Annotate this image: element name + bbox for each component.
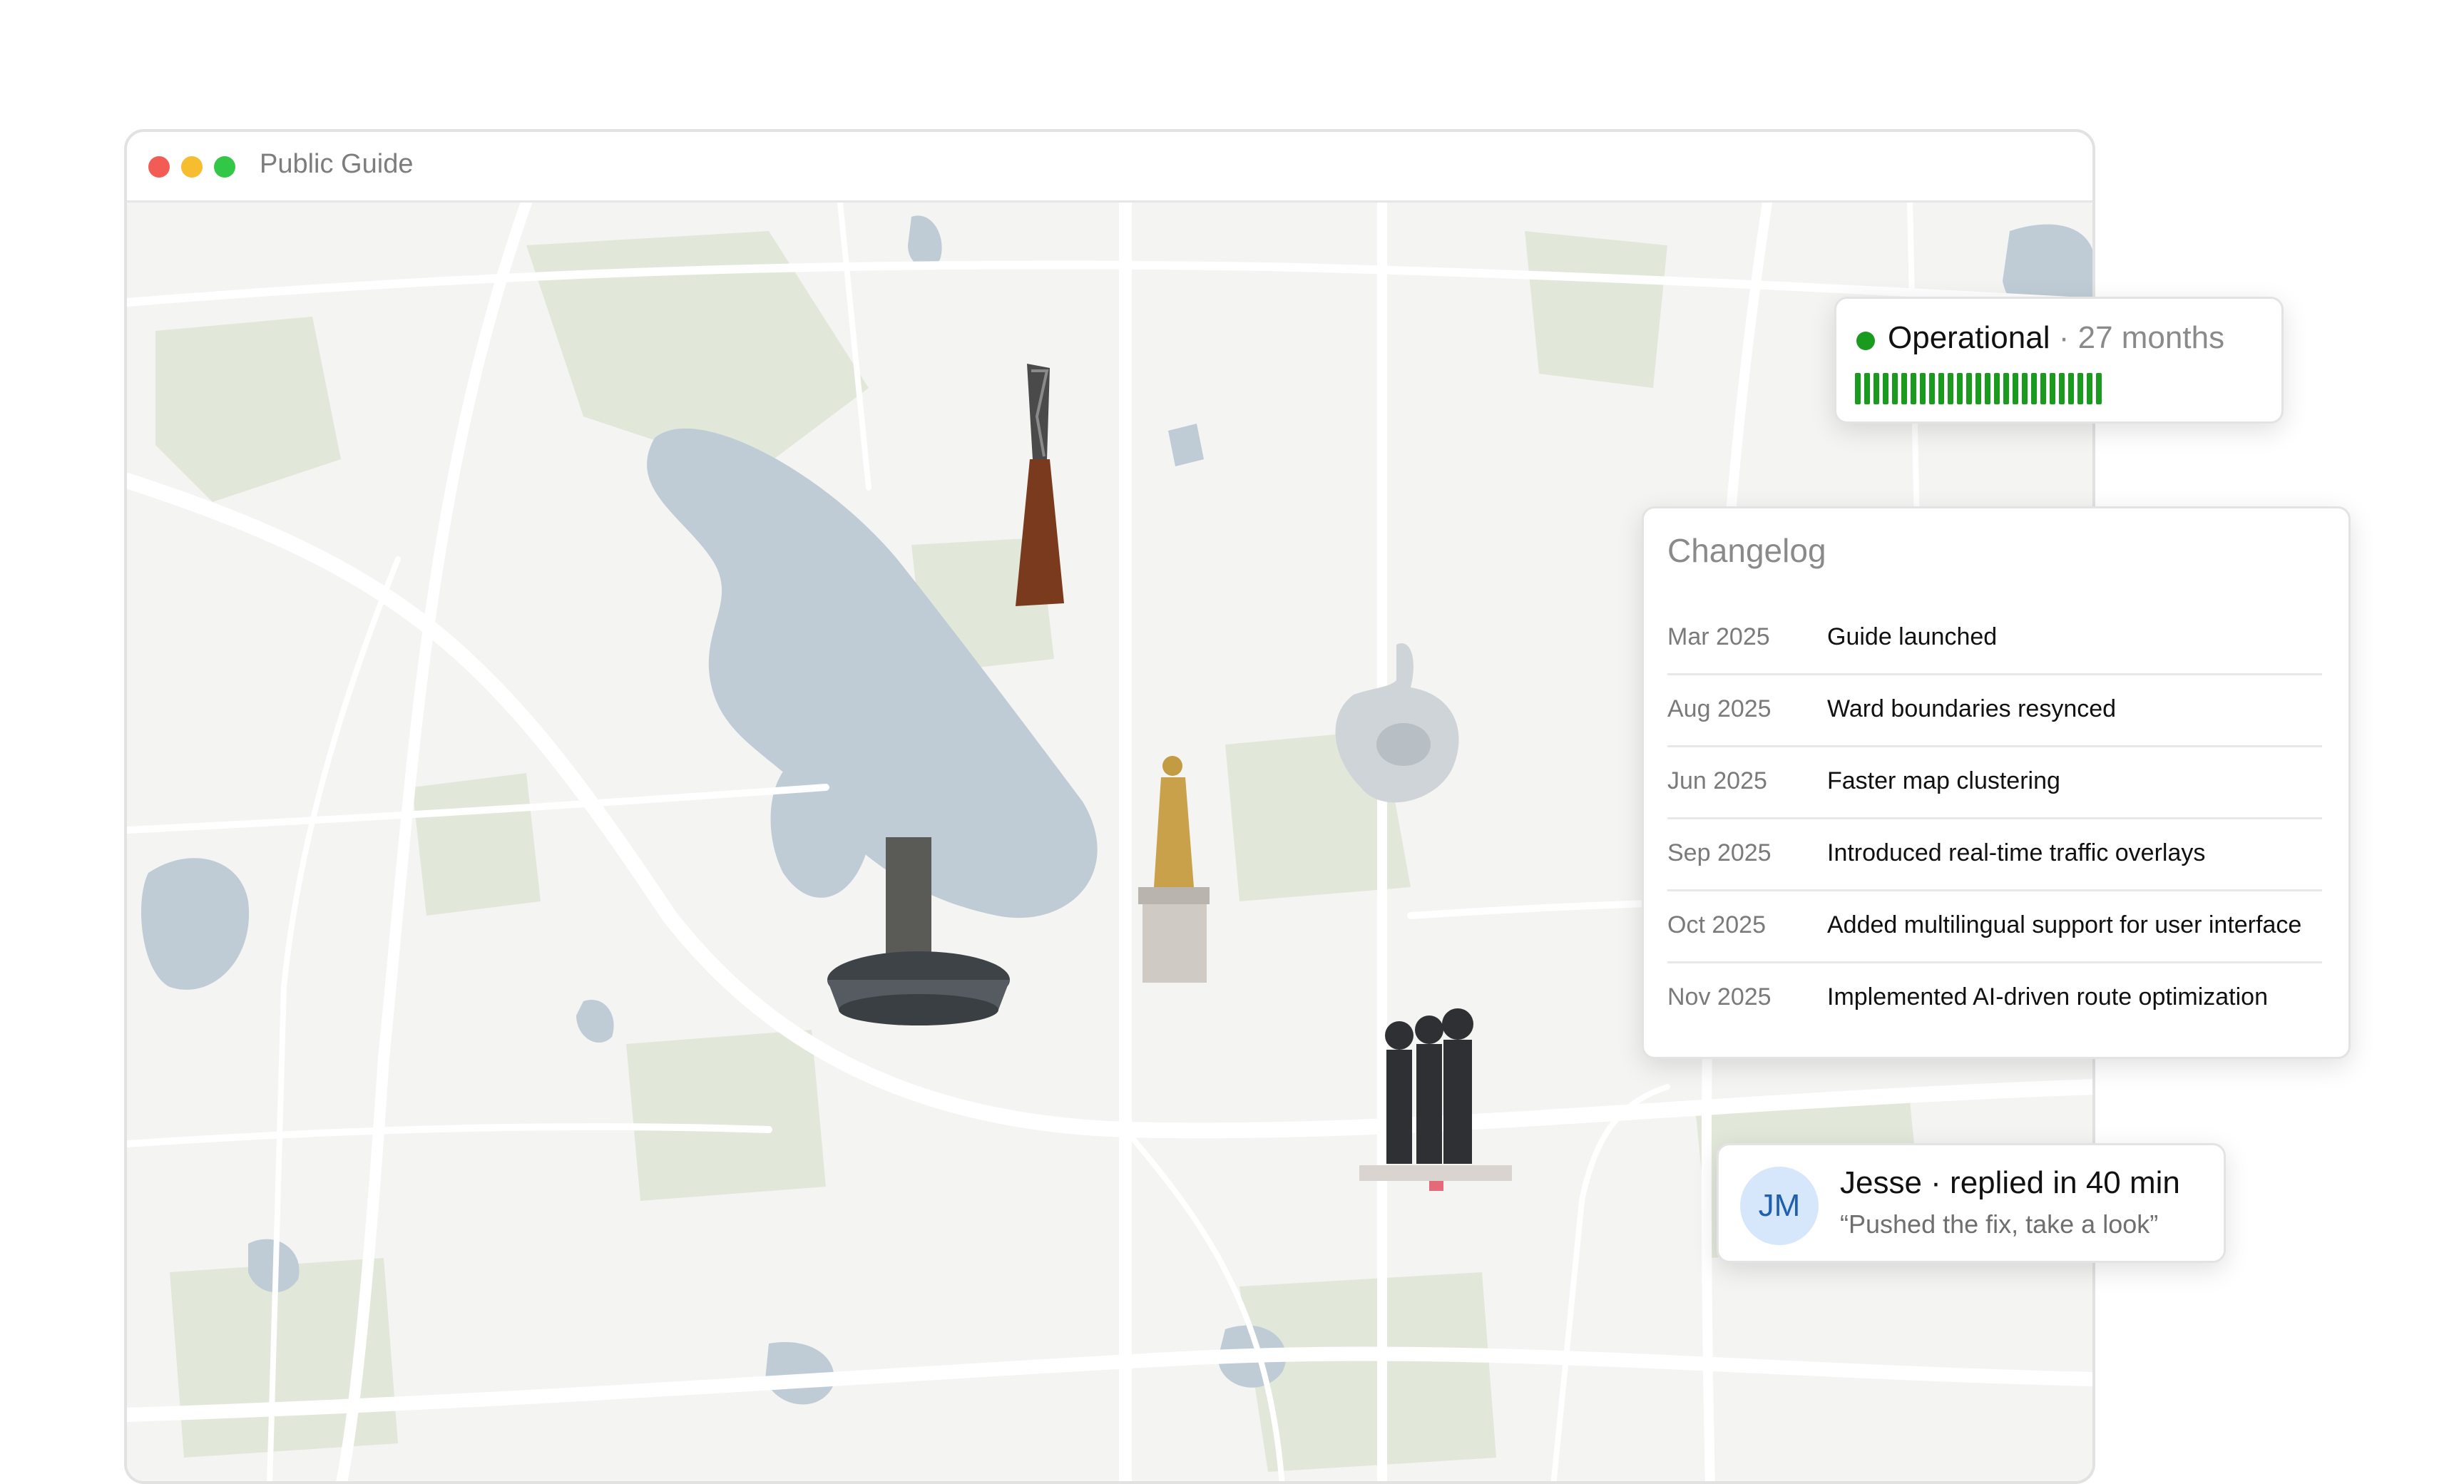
changelog-title: Changelog	[1667, 532, 1826, 569]
uptime-bar	[2068, 373, 2074, 404]
avatar: JM	[1740, 1167, 1819, 1245]
uptime-bar	[1864, 373, 1870, 404]
uptime-bar	[1957, 373, 1963, 404]
changelog-text: Ward boundaries resynced	[1827, 695, 2117, 722]
changelog-date: Oct 2025	[1667, 911, 1766, 938]
uptime-bar	[1975, 373, 1981, 404]
changelog-list: Mar 2025 Guide launched Aug 2025 Ward bo…	[1667, 603, 2322, 1033]
changelog-text: Added multilingual support for user inte…	[1827, 911, 2302, 938]
status-indicator-dot	[1856, 332, 1875, 350]
reply-notification-card[interactable]: JM Jesse · replied in 40 min “Pushed the…	[1717, 1143, 2226, 1263]
uptime-bar	[2022, 373, 2028, 404]
changelog-card: Changelog Mar 2025 Guide launched Aug 20…	[1642, 506, 2351, 1059]
changelog-text: Implemented AI-driven route optimization	[1827, 983, 2268, 1010]
uptime-bar	[2096, 373, 2102, 404]
changelog-date: Sep 2025	[1667, 839, 1772, 866]
uptime-bars	[1855, 373, 2102, 404]
changelog-row: Jun 2025 Faster map clustering	[1667, 747, 2322, 819]
changelog-row: Nov 2025 Implemented AI-driven route opt…	[1667, 963, 2322, 1033]
changelog-date: Mar 2025	[1667, 623, 1770, 650]
uptime-bar	[1873, 373, 1879, 404]
uptime-bar	[2040, 373, 2046, 404]
changelog-row: Sep 2025 Introduced real-time traffic ov…	[1667, 819, 2322, 891]
uptime-bar	[2013, 373, 2018, 404]
uptime-bar	[1985, 373, 1990, 404]
uptime-bar	[1948, 373, 1953, 404]
uptime-bar	[2077, 373, 2083, 404]
uptime-bar	[2003, 373, 2009, 404]
uptime-bar	[2050, 373, 2055, 404]
uptime-bar	[1938, 373, 1944, 404]
uptime-bar	[2087, 373, 2092, 404]
status-label: Operational	[1888, 320, 2050, 355]
uptime-bar	[1883, 373, 1888, 404]
uptime-bar	[1911, 373, 1916, 404]
changelog-date: Aug 2025	[1667, 695, 1772, 722]
status-separator: ·	[2058, 320, 2070, 355]
uptime-bar	[1892, 373, 1898, 404]
title-bar: Public Guide	[127, 132, 2092, 203]
uptime-bar	[1920, 373, 1926, 404]
uptime-bar	[2059, 373, 2065, 404]
changelog-text: Guide launched	[1827, 623, 1998, 650]
status-card: Operational · 27 months	[1834, 297, 2284, 424]
close-window-button[interactable]	[148, 156, 170, 178]
window-title: Public Guide	[260, 149, 414, 179]
changelog-date: Nov 2025	[1667, 983, 1772, 1010]
uptime-bar	[1929, 373, 1935, 404]
status-line: Operational · 27 months	[1888, 320, 2224, 356]
reply-message: “Pushed the fix, take a look”	[1840, 1209, 2159, 1239]
uptime-bar	[2031, 373, 2037, 404]
changelog-text: Faster map clustering	[1827, 767, 2060, 794]
changelog-row: Mar 2025 Guide launched	[1667, 603, 2322, 675]
uptime-bar	[1994, 373, 2000, 404]
status-duration: 27 months	[2077, 320, 2225, 355]
changelog-date: Jun 2025	[1667, 767, 1767, 794]
changelog-row: Oct 2025 Added multilingual support for …	[1667, 891, 2322, 963]
uptime-bar	[1855, 373, 1861, 404]
uptime-bar	[1966, 373, 1972, 404]
maximize-window-button[interactable]	[214, 156, 235, 178]
changelog-text: Introduced real-time traffic overlays	[1827, 839, 2206, 866]
minimize-window-button[interactable]	[181, 156, 203, 178]
uptime-bar	[1901, 373, 1907, 404]
reply-headline: Jesse · replied in 40 min	[1840, 1165, 2180, 1200]
changelog-row: Aug 2025 Ward boundaries resynced	[1667, 675, 2322, 747]
